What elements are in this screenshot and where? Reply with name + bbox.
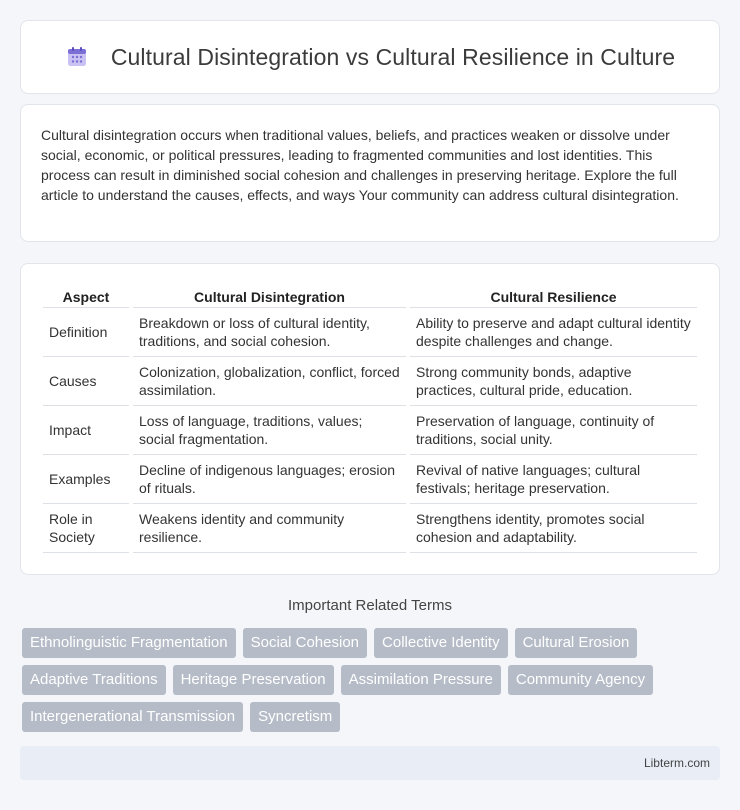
row-disintegration: Breakdown or loss of cultural identity, … <box>133 308 406 357</box>
related-terms-heading: Important Related Terms <box>288 597 452 614</box>
calendar-grid-icon <box>65 45 89 69</box>
row-aspect: Impact <box>43 406 129 455</box>
intro-card: Cultural disintegration occurs when trad… <box>20 104 720 242</box>
row-disintegration: Weakens identity and community resilienc… <box>133 504 406 553</box>
row-disintegration: Decline of indigenous languages; erosion… <box>133 455 406 504</box>
footer: Libterm.com <box>20 746 720 780</box>
row-resilience: Ability to preserve and adapt cultural i… <box>410 308 697 357</box>
table-header-row: Aspect Cultural Disintegration Cultural … <box>43 286 697 308</box>
title-wrap: Cultural Disintegration vs Cultural Resi… <box>65 44 675 71</box>
row-aspect: Definition <box>43 308 129 357</box>
row-aspect: Examples <box>43 455 129 504</box>
related-terms-tags: Ethnolinguistic Fragmentation Social Coh… <box>22 628 722 732</box>
title-card: Cultural Disintegration vs Cultural Resi… <box>20 20 720 94</box>
row-aspect: Causes <box>43 357 129 406</box>
intro-paragraph: Cultural disintegration occurs when trad… <box>41 127 679 203</box>
row-disintegration: Loss of language, traditions, values; so… <box>133 406 406 455</box>
page-title: Cultural Disintegration vs Cultural Resi… <box>110 43 676 70</box>
table-row: Role in Society Weakens identity and com… <box>43 504 697 553</box>
row-resilience: Strengthens identity, promotes social co… <box>410 504 697 553</box>
related-term-tag[interactable]: Social Cohesion <box>242 628 368 658</box>
header-aspect: Aspect <box>43 286 129 308</box>
table-row: Impact Loss of language, traditions, val… <box>43 406 697 455</box>
header-disintegration: Cultural Disintegration <box>133 286 406 308</box>
related-term-tag[interactable]: Ethnolinguistic Fragmentation <box>22 628 236 658</box>
comparison-table-card: Aspect Cultural Disintegration Cultural … <box>20 263 720 575</box>
row-disintegration: Colonization, globalization, conflict, f… <box>133 357 406 406</box>
table-row: Causes Colonization, globalization, conf… <box>43 357 697 406</box>
table-row: Definition Breakdown or loss of cultural… <box>43 308 697 357</box>
related-term-tag[interactable]: Syncretism <box>250 702 341 732</box>
comparison-table: Aspect Cultural Disintegration Cultural … <box>39 286 701 553</box>
row-resilience: Strong community bonds, adaptive practic… <box>410 357 697 406</box>
row-aspect: Role in Society <box>43 504 129 553</box>
related-term-tag[interactable]: Collective Identity <box>374 628 508 658</box>
row-resilience: Preservation of language, continuity of … <box>410 406 697 455</box>
footer-site-link[interactable]: Libterm.com <box>644 756 710 770</box>
related-term-tag[interactable]: Heritage Preservation <box>172 665 334 695</box>
related-term-tag[interactable]: Community Agency <box>507 665 654 695</box>
related-term-tag[interactable]: Adaptive Traditions <box>22 665 166 695</box>
table-row: Examples Decline of indigenous languages… <box>43 455 697 504</box>
related-term-tag[interactable]: Cultural Erosion <box>514 628 638 658</box>
related-term-tag[interactable]: Intergenerational Transmission <box>22 702 244 732</box>
row-resilience: Revival of native languages; cultural fe… <box>410 455 697 504</box>
header-resilience: Cultural Resilience <box>410 286 697 308</box>
related-term-tag[interactable]: Assimilation Pressure <box>340 665 501 695</box>
